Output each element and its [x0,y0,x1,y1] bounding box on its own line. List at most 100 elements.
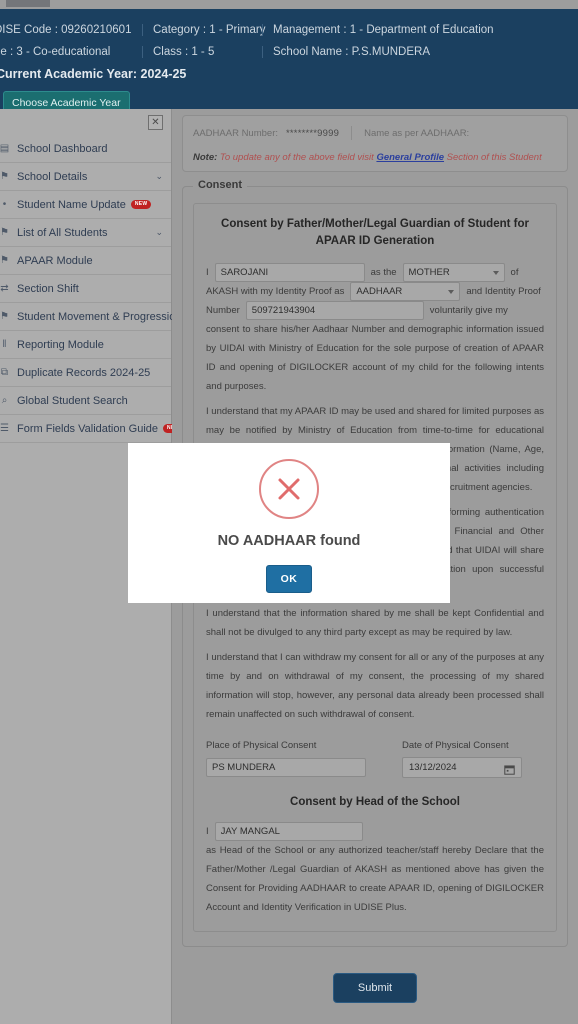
consent-paragraph-4: I understand that the information shared… [206,608,544,639]
sidebar-item-global-student-search[interactable]: ⌕ Global Student Search [0,387,171,415]
line3-pre: Number [206,305,240,317]
sidebar-item-section-shift[interactable]: ⇄ Section Shift [0,275,171,303]
head-line-pre: I [206,826,209,838]
line2-pre: AKASH with my Identity Proof as [206,286,345,298]
guardian-line-3: Number voluntarily give my [206,301,544,321]
school-type-label: pe : 3 - Co-educational [0,46,111,58]
top-fragment [6,0,50,7]
sidebar-item-label: School Dashboard [17,142,108,155]
aadhaar-summary-panel: AADHAAR Number: ********9999 Name as per… [182,115,568,172]
date-value: 13/12/2024 [409,762,457,774]
identity-proof-number-input[interactable] [245,301,424,321]
flag-icon: ⚑ [0,254,9,266]
school-header-bar: DISE Code : 09260210601 Category : 1 - P… [0,9,578,115]
line1-post: of [510,267,519,279]
report-icon: ‖ [2,338,7,350]
aadhaar-row: AADHAAR Number: ********9999 Name as per… [193,124,557,142]
update-note: Note: To update any of the above field v… [193,152,557,163]
current-academic-year: Current Academic Year: 2024-25 [0,67,187,81]
bullet-icon: • [2,198,7,210]
head-of-school-title: Consent by Head of the School [290,796,460,809]
sidebar-item-label: Student Movement & Progression [17,310,182,323]
consent-paragraph-5: I understand that I can withdraw my cons… [206,652,544,721]
relation-select-wrap: MOTHER [402,263,505,283]
place-column: Place of Physical Consent [206,740,366,778]
date-of-consent-label: Date of Physical Consent [402,740,509,752]
management-label: Management : 1 - Department of Education [262,24,494,36]
search-icon: ⌕ [1,394,8,406]
calendar-icon[interactable] [504,762,515,776]
sidebar-item-school-dashboard[interactable]: ▤ School Dashboard [0,135,171,163]
line2-post: and Identity Proof [466,286,541,298]
consent-paragraph-1: consent to share his/her Aadhaar Number … [206,324,544,393]
sidebar-item-label: List of All Students [17,226,108,239]
flag-icon: ⚑ [0,226,9,238]
date-of-consent-input[interactable]: 13/12/2024 [402,757,522,779]
identity-proof-select[interactable]: AADHAAR [350,282,461,302]
top-sliver [0,0,578,9]
sidebar-item-label: Duplicate Records 2024-25 [17,366,151,379]
place-of-consent-input[interactable] [206,758,366,778]
submit-button[interactable]: Submit [332,973,418,1004]
relation-select[interactable]: MOTHER [402,263,505,283]
aadhaar-number-label: AADHAAR Number: [193,127,278,139]
sidebar-item-student-movement-progression[interactable]: ⚑ Student Movement & Progression ⌄ [0,303,189,331]
sidebar-item-student-name-update[interactable]: • Student Name Update NEW [0,191,171,219]
aadhaar-number-value: ********9999 [286,127,340,139]
sidebar-close-icon[interactable]: ✕ [148,115,163,130]
flag-icon: ⚑ [0,310,9,322]
guardian-line-1: I as the MOTHER of [206,263,544,283]
sidebar-item-label: Form Fields Validation Guide [17,422,159,435]
shift-arrows-icon: ⇄ [0,282,9,294]
sidebar-item-label: Reporting Module [17,338,104,351]
head-of-school-name-input[interactable] [214,822,363,842]
page-root: DISE Code : 09260210601 Category : 1 - P… [0,0,578,1024]
guardian-name-input[interactable] [214,263,365,283]
sidebar-item-form-fields-validation-guide[interactable]: ☰ Form Fields Validation Guide NEW [0,415,184,443]
sidebar-item-list-of-all-students[interactable]: ⚑ List of All Students ⌄ [0,219,171,247]
sidebar-item-school-details[interactable]: ⚑ School Details ⌄ [0,163,171,191]
dashboard-icon: ▤ [0,142,10,154]
sidebar-item-reporting-module[interactable]: ‖ Reporting Module [0,331,171,359]
submit-row: Submit [182,973,568,1023]
consent-legend: Consent [193,179,247,191]
sidebar-item-duplicate-records[interactable]: ⧉ Duplicate Records 2024-25 [0,359,171,387]
sidebar-item-apaar-module[interactable]: ⚑ APAAR Module [0,247,171,275]
head-paragraph: as Head of the School or any authorized … [206,845,544,914]
chevron-down-icon: ⌄ [155,227,163,237]
general-profile-link[interactable]: General Profile [376,152,444,163]
consent-title: Consent by Father/Mother/Legal Guardian … [221,218,529,247]
sidebar-menu: ▤ School Dashboard ⚑ School Details ⌄ • … [0,135,189,443]
sidebar-item-label: Section Shift [17,282,79,295]
proof-select-wrap: AADHAAR [350,282,461,302]
line1-pre: I [206,267,209,279]
category-label: Category : 1 - Primary [142,24,265,36]
note-prefix: Note: [193,152,218,163]
physical-consent-row: Place of Physical Consent Date of Physic… [206,740,544,779]
flag-icon: ⚑ [0,170,9,182]
modal-message: NO AADHAAR found [217,533,361,549]
sidebar-item-label: School Details [17,170,88,183]
divider [351,126,353,140]
note-text-1: To update any of the above field visit [219,152,374,163]
list-icon: ☰ [0,422,9,434]
header-row-1: DISE Code : 09260210601 Category : 1 - P… [0,19,578,41]
x-mark-icon [278,478,300,500]
duplicate-icon: ⧉ [0,366,9,378]
guardian-line-2: AKASH with my Identity Proof as AADHAAR … [206,282,544,302]
sidebar-item-label: APAAR Module [17,254,93,267]
header-row-2: pe : 3 - Co-educational Class : 1 - 5 Sc… [0,41,578,63]
sidebar-item-label: Student Name Update [17,198,126,211]
aadhaar-name-label: Name as per AADHAAR: [364,127,470,139]
no-aadhaar-modal: NO AADHAAR found OK [128,443,450,603]
line1-mid: as the [370,267,397,279]
place-of-consent-label: Place of Physical Consent [206,740,317,752]
sidebar-item-label: Global Student Search [17,394,128,407]
date-column: Date of Physical Consent 13/12/2024 [402,740,522,779]
consent-section: Consent Consent by Father/Mother/Legal G… [182,179,568,1023]
modal-ok-button[interactable]: OK [265,565,313,593]
chevron-down-icon: ⌄ [155,171,163,181]
error-circle-x-icon [259,459,319,519]
head-of-school-line: I as Head of the School or any authorize… [206,822,544,917]
class-range-label: Class : 1 - 5 [142,46,262,58]
